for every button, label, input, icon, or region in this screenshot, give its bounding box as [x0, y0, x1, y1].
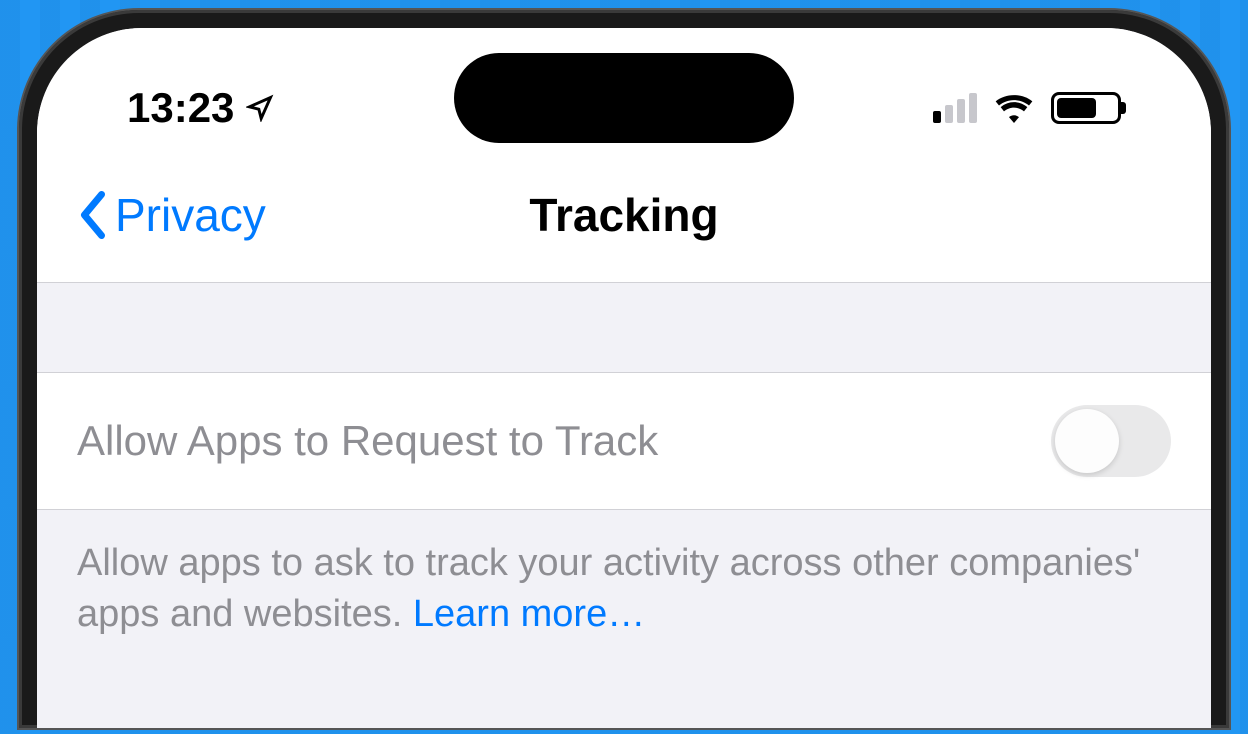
phone-screen: 13:23 — [37, 28, 1211, 728]
back-label: Privacy — [115, 188, 266, 242]
battery-icon — [1051, 92, 1121, 124]
status-bar-left: 13:23 — [127, 84, 274, 132]
back-button[interactable]: Privacy — [77, 188, 266, 242]
location-arrow-icon — [246, 94, 274, 122]
wifi-icon — [993, 93, 1035, 123]
phone-frame: 13:23 — [19, 10, 1229, 728]
cellular-signal-icon — [933, 93, 977, 123]
dynamic-island — [454, 53, 794, 143]
section-spacer — [37, 283, 1211, 373]
tracking-toggle-label: Allow Apps to Request to Track — [77, 417, 658, 465]
status-bar: 13:23 — [37, 28, 1211, 158]
page-title: Tracking — [529, 188, 718, 242]
learn-more-link[interactable]: Learn more… — [413, 593, 645, 635]
tracking-toggle[interactable] — [1051, 405, 1171, 477]
tracking-description: Allow apps to ask to track your activity… — [37, 510, 1211, 669]
navigation-bar: Privacy Tracking — [37, 158, 1211, 283]
chevron-left-icon — [77, 191, 109, 239]
status-bar-right — [933, 92, 1121, 124]
status-time: 13:23 — [127, 84, 234, 132]
toggle-knob — [1055, 409, 1119, 473]
tracking-toggle-row[interactable]: Allow Apps to Request to Track — [37, 373, 1211, 510]
